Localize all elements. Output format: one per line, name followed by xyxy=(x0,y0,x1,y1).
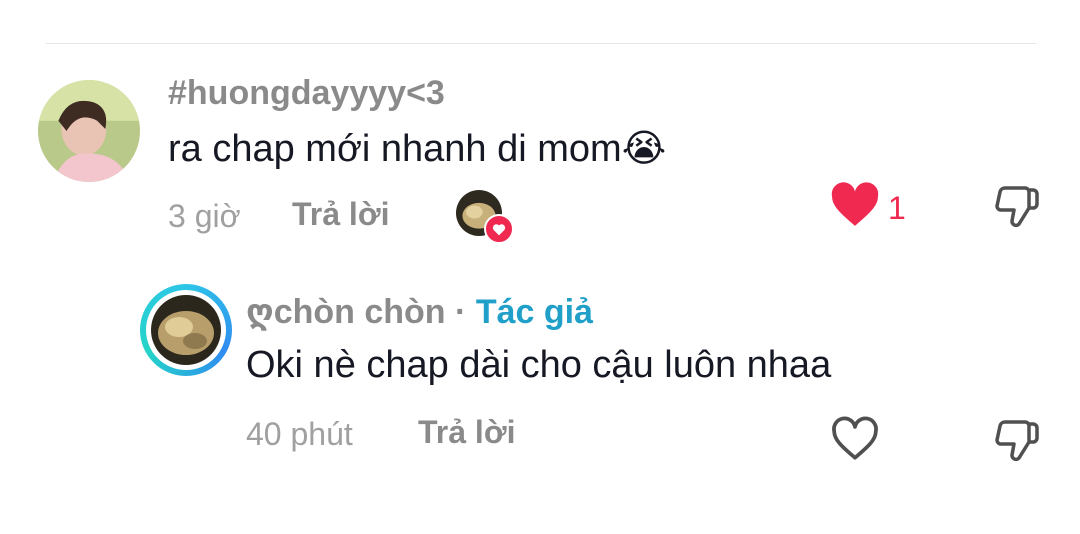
username-separator: · xyxy=(455,293,467,331)
commenter-avatar[interactable] xyxy=(38,80,140,182)
author-badge: Tác giả xyxy=(475,293,593,331)
author-username[interactable]: ღchòn chòn xyxy=(246,293,446,331)
creator-liked-heart-icon xyxy=(484,214,514,244)
dislike-button[interactable] xyxy=(992,182,1042,230)
thumbs-down-icon xyxy=(995,420,1039,462)
reply-like-button[interactable] xyxy=(830,416,880,462)
author-avatar-image xyxy=(151,295,221,365)
reply-text: Oki nè chap dài cho cậu luôn nhaa xyxy=(246,344,832,386)
creator-liked-indicator xyxy=(456,190,514,244)
crying-emoji: 😭 xyxy=(621,128,667,170)
comment-text: ra chap mới nhanh di mom😭 xyxy=(168,126,666,171)
top-divider xyxy=(46,43,1036,44)
like-button[interactable] xyxy=(830,182,880,228)
commenter-username[interactable]: #huongdayyyy<3 xyxy=(168,74,445,113)
like-count: 1 xyxy=(888,190,906,226)
reply-to-reply-button[interactable]: Trả lời xyxy=(418,414,515,451)
author-avatar-ring xyxy=(146,290,226,370)
reply-dislike-button[interactable] xyxy=(992,416,1042,464)
comment-body: ra chap mới nhanh di mom xyxy=(168,128,622,170)
author-avatar[interactable] xyxy=(140,284,232,376)
comment-timestamp: 3 giờ xyxy=(168,198,241,234)
author-username-line: ღchòn chòn · Tác giả xyxy=(246,292,593,332)
thumbs-down-icon xyxy=(995,186,1039,228)
reply-button[interactable]: Trả lời xyxy=(292,196,389,233)
reply-timestamp: 40 phút xyxy=(246,416,353,452)
heart-icon xyxy=(831,182,879,226)
heart-outline-icon xyxy=(832,416,878,460)
